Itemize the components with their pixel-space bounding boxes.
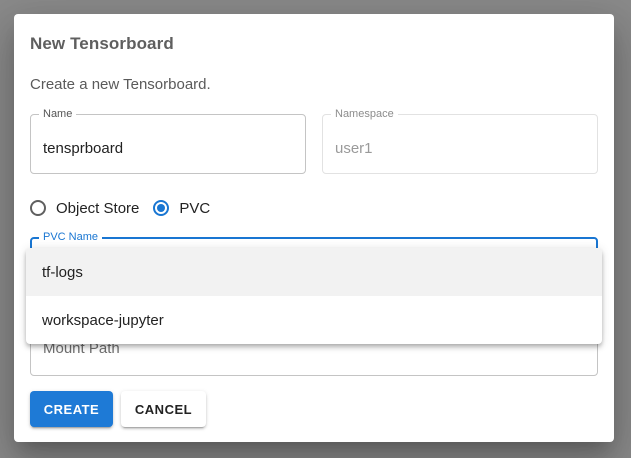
radio-checked-icon bbox=[153, 200, 170, 216]
namespace-field: Namespace user1 bbox=[322, 108, 598, 174]
pvc-name-label: PVC Name bbox=[39, 231, 103, 244]
namespace-field-label: Namespace bbox=[331, 108, 398, 121]
radio-unchecked-icon bbox=[30, 200, 46, 216]
name-field[interactable]: Name tensprboard bbox=[30, 108, 306, 174]
name-field-value: tensprboard bbox=[43, 140, 124, 157]
create-button[interactable]: CREATE bbox=[30, 391, 113, 427]
namespace-field-value: user1 bbox=[335, 140, 373, 157]
name-field-label: Name bbox=[39, 108, 77, 121]
pvc-radio-label: PVC bbox=[179, 199, 211, 217]
dialog-subtitle: Create a new Tensorboard. bbox=[30, 76, 211, 93]
pvc-name-dropdown: tf-logs workspace-jupyter bbox=[26, 248, 602, 344]
object-store-radio[interactable]: Object Store bbox=[30, 200, 139, 217]
dropdown-option-workspace-jupyter[interactable]: workspace-jupyter bbox=[26, 296, 602, 344]
new-tensorboard-dialog: New Tensorboard Create a new Tensorboard… bbox=[14, 14, 614, 442]
pvc-radio[interactable]: PVC bbox=[153, 200, 210, 217]
storage-type-radio-group: Object Store PVC bbox=[30, 197, 224, 219]
dialog-title: New Tensorboard bbox=[30, 34, 174, 53]
dropdown-option-tf-logs[interactable]: tf-logs bbox=[26, 248, 602, 296]
object-store-radio-label: Object Store bbox=[56, 199, 140, 217]
cancel-button[interactable]: CANCEL bbox=[121, 391, 206, 427]
